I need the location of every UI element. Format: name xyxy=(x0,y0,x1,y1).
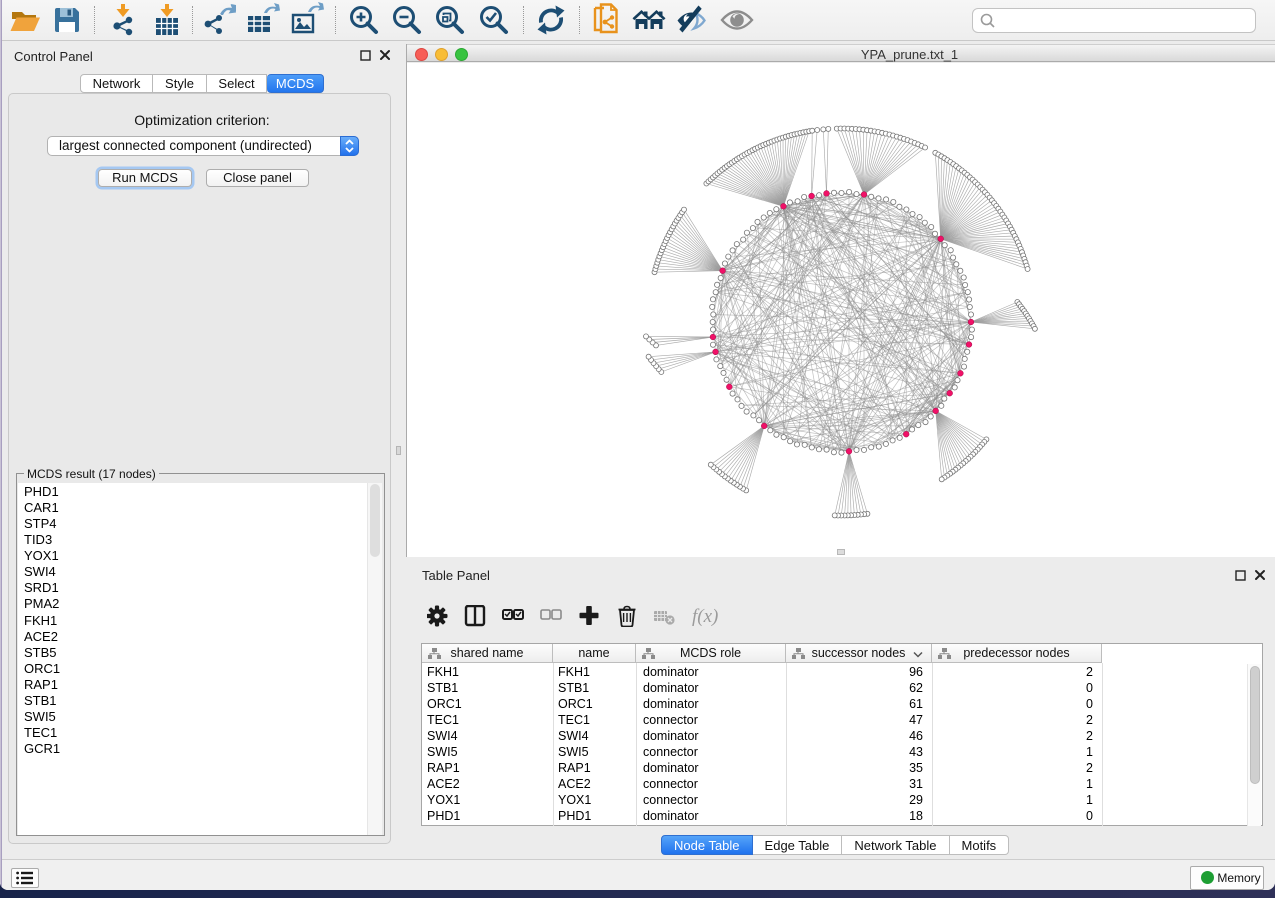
svg-text:f(x): f(x) xyxy=(692,606,718,627)
